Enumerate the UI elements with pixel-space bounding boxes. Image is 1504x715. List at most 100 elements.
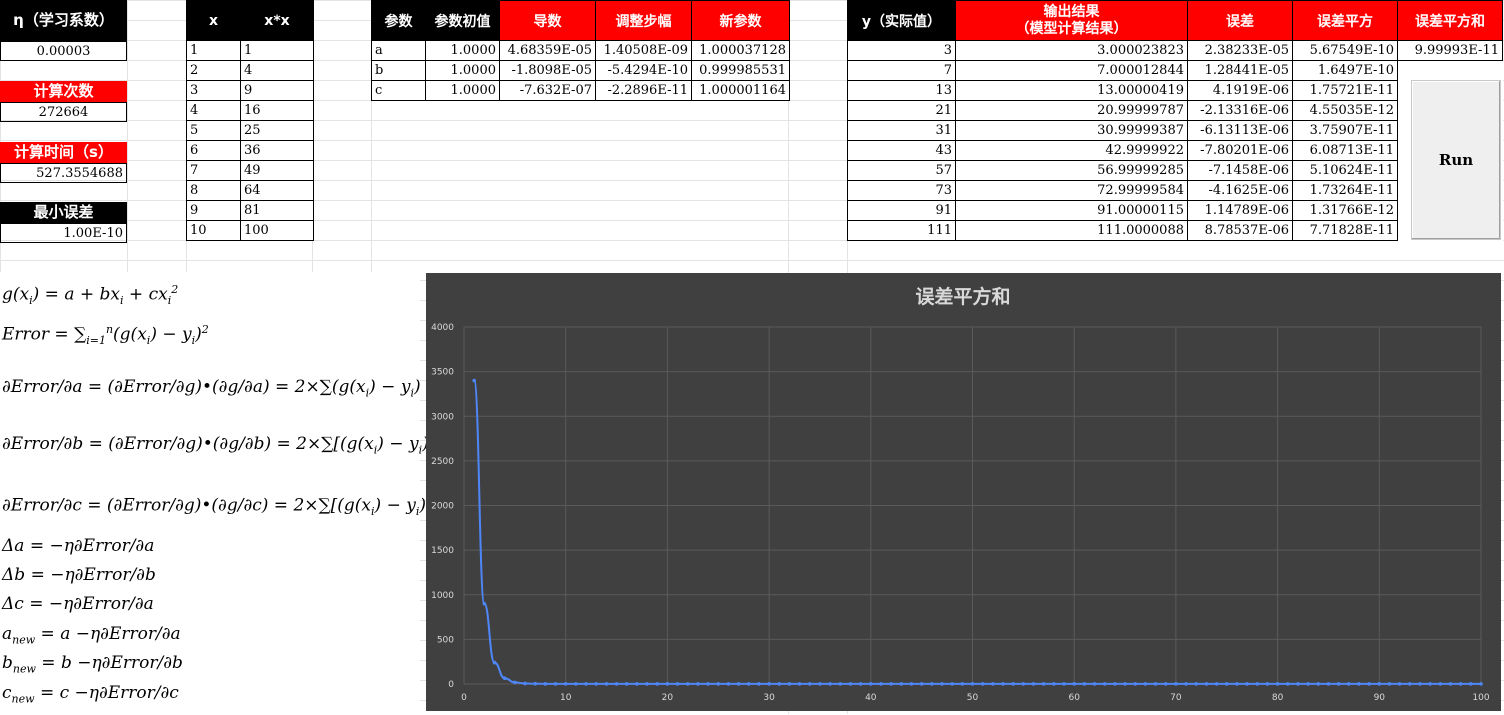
- step-cell[interactable]: -2.2896E-11: [595, 80, 692, 101]
- error-cell[interactable]: -6.13113E-06: [1187, 120, 1293, 141]
- output-cell[interactable]: 91.00000115: [955, 200, 1188, 221]
- x-squared-cell[interactable]: 1: [240, 40, 314, 61]
- x-cell[interactable]: 5: [186, 120, 241, 141]
- x-cell[interactable]: 9: [186, 200, 241, 221]
- output-cell[interactable]: 13.00000419: [955, 80, 1188, 101]
- error-cell[interactable]: 1.28441E-05: [1187, 60, 1293, 81]
- data-point: [1326, 682, 1331, 686]
- error-squared-cell[interactable]: 6.08713E-11: [1292, 140, 1398, 161]
- error-cell[interactable]: 4.1919E-06: [1187, 80, 1293, 101]
- min-error-value[interactable]: 1.00E-10: [0, 223, 127, 243]
- y-actual-cell[interactable]: 31: [847, 120, 956, 141]
- output-cell[interactable]: 3.000023823: [955, 40, 1188, 61]
- x-cell[interactable]: 1: [186, 40, 241, 61]
- data-point: [533, 681, 537, 686]
- x-cell[interactable]: 4: [186, 100, 241, 121]
- y-actual-cell[interactable]: 7: [847, 60, 956, 81]
- x-squared-cell[interactable]: 16: [240, 100, 314, 121]
- data-point: [1367, 682, 1371, 686]
- error-squared-cell[interactable]: 4.55035E-12: [1292, 100, 1398, 121]
- y-actual-cell[interactable]: 91: [847, 200, 956, 221]
- error-squared-cell[interactable]: 3.75907E-11: [1292, 120, 1398, 141]
- iter-count-value[interactable]: 272664: [0, 102, 127, 122]
- param-name-cell[interactable]: a: [371, 40, 426, 61]
- output-cell[interactable]: 111.0000088: [955, 220, 1188, 241]
- error-squared-cell[interactable]: 7.71828E-11: [1292, 220, 1398, 241]
- x-squared-header: x*x: [240, 0, 314, 41]
- y-actual-cell[interactable]: 73: [847, 180, 956, 201]
- x-cell[interactable]: 8: [186, 180, 241, 201]
- x-squared-cell[interactable]: 9: [240, 80, 314, 101]
- data-point: [675, 682, 680, 686]
- x-cell[interactable]: 6: [186, 140, 241, 161]
- error-squared-cell[interactable]: 1.6497E-10: [1292, 60, 1398, 81]
- calc-time-value[interactable]: 527.3554688: [0, 163, 127, 183]
- param-init-cell[interactable]: 1.0000: [425, 80, 500, 101]
- y-actual-cell[interactable]: 3: [847, 40, 956, 61]
- x-squared-cell[interactable]: 36: [240, 140, 314, 161]
- y-actual-cell[interactable]: 43: [847, 140, 956, 161]
- error-squared-cell[interactable]: 1.75721E-11: [1292, 80, 1398, 101]
- data-point: [716, 682, 721, 686]
- param-init-cell[interactable]: 1.0000: [425, 60, 500, 81]
- error-squared-cell[interactable]: 1.73264E-11: [1292, 180, 1398, 201]
- y-actual-cell[interactable]: 13: [847, 80, 956, 101]
- error-squared-header: 误差平方: [1292, 0, 1398, 41]
- derivative-header: 导数: [499, 0, 596, 41]
- error-squared-cell[interactable]: 1.31766E-12: [1292, 200, 1398, 221]
- data-point: [869, 682, 873, 686]
- output-cell[interactable]: 7.000012844: [955, 60, 1188, 81]
- data-point: [1123, 682, 1127, 686]
- data-point: [858, 682, 863, 686]
- param-name-cell[interactable]: b: [371, 60, 426, 81]
- step-cell[interactable]: 1.40508E-09: [595, 40, 692, 61]
- formula-db: ∂Error/∂b = (∂Error/∂g)•(∂g/∂b) = 2×∑[(g…: [2, 434, 463, 457]
- error-sum-cell[interactable]: 9.99993E-11: [1397, 40, 1503, 61]
- x-cell[interactable]: 10: [186, 220, 241, 241]
- x-squared-cell[interactable]: 25: [240, 120, 314, 141]
- step-cell[interactable]: -5.4294E-10: [595, 60, 692, 81]
- x-squared-cell[interactable]: 100: [240, 220, 314, 241]
- output-cell[interactable]: 56.99999285: [955, 160, 1188, 181]
- error-squared-cell[interactable]: 5.10624E-11: [1292, 160, 1398, 181]
- error-cell[interactable]: 8.78537E-06: [1187, 220, 1293, 241]
- error-cell[interactable]: 2.38233E-05: [1187, 40, 1293, 61]
- error-cell[interactable]: -7.80201E-06: [1187, 140, 1293, 161]
- output-cell[interactable]: 72.99999584: [955, 180, 1188, 201]
- output-cell[interactable]: 20.99999787: [955, 100, 1188, 121]
- x-cell[interactable]: 2: [186, 60, 241, 81]
- derivative-cell[interactable]: -1.8098E-05: [499, 60, 596, 81]
- y-actual-cell[interactable]: 57: [847, 160, 956, 181]
- x-squared-cell[interactable]: 64: [240, 180, 314, 201]
- error-squared-cell[interactable]: 5.67549E-10: [1292, 40, 1398, 61]
- error-cell[interactable]: 1.14789E-06: [1187, 200, 1293, 221]
- eta-value-cell[interactable]: 0.00003: [0, 41, 127, 61]
- x-header: x: [186, 0, 241, 41]
- x-tick-label: 90: [1374, 693, 1386, 703]
- error-cell[interactable]: -7.1458E-06: [1187, 160, 1293, 181]
- y-actual-cell[interactable]: 21: [847, 100, 956, 121]
- output-cell[interactable]: 30.99999387: [955, 120, 1188, 141]
- error-cell[interactable]: -4.1625E-06: [1187, 180, 1293, 201]
- x-cell[interactable]: 7: [186, 160, 241, 181]
- x-squared-cell[interactable]: 4: [240, 60, 314, 81]
- data-point: [523, 681, 527, 686]
- new-param-cell[interactable]: 1.000001164: [691, 80, 790, 101]
- y-tick-label: 4000: [431, 323, 454, 333]
- x-cell[interactable]: 3: [186, 80, 241, 101]
- run-button[interactable]: Run: [1411, 80, 1501, 240]
- error-cell[interactable]: -2.13316E-06: [1187, 100, 1293, 121]
- error-chart[interactable]: 误差平方和 0 500 1000 1500 2000 2500 3000 3500 4000 0 1…: [426, 273, 1501, 711]
- new-param-cell[interactable]: 0.999985531: [691, 60, 790, 81]
- x-squared-cell[interactable]: 49: [240, 160, 314, 181]
- new-param-cell[interactable]: 1.000037128: [691, 40, 790, 61]
- derivative-cell[interactable]: -7.632E-07: [499, 80, 596, 101]
- y-actual-cell[interactable]: 111: [847, 220, 956, 241]
- data-point: [950, 682, 954, 686]
- output-cell[interactable]: 42.9999922: [955, 140, 1188, 161]
- derivative-cell[interactable]: 4.68359E-05: [499, 40, 596, 61]
- x-squared-cell[interactable]: 81: [240, 200, 314, 221]
- x-table: x x*x 1 1 2 4 3 9 4 16 5 25 6 36 7 49 8 64 9 81 10 100: [186, 0, 314, 241]
- param-init-cell[interactable]: 1.0000: [425, 40, 500, 61]
- param-name-cell[interactable]: c: [371, 80, 426, 101]
